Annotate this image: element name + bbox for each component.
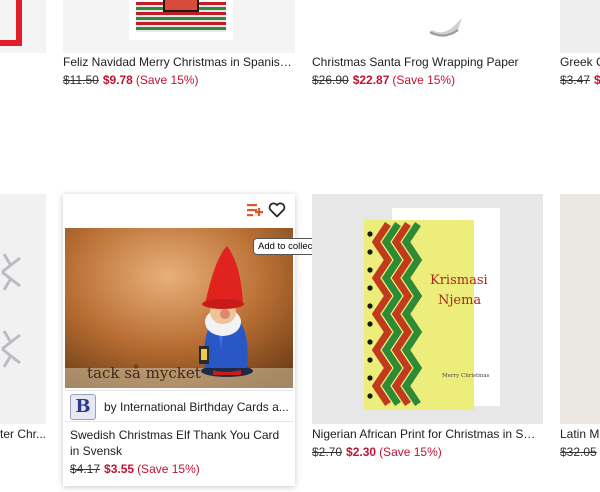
product-card[interactable]: [0, 0, 46, 53]
product-card[interactable]: Greek C $3.47$: [560, 0, 600, 90]
discount-label: (Save 15%): [137, 462, 200, 476]
sale-price: $: [594, 73, 600, 87]
product-image[interactable]: [560, 194, 600, 424]
product-title[interactable]: Feliz Navidad Merry Christmas in Spanish…: [63, 54, 295, 70]
product-price: $2.70 $2.30 (Save 15%): [312, 444, 442, 460]
original-price: $4.17: [70, 462, 101, 476]
original-price: $26.90: [312, 73, 349, 87]
product-title[interactable]: Christmas Santa Frog Wrapping Paper: [312, 54, 544, 70]
product-price: $32.05: [560, 444, 600, 460]
product-price: $3.47 $: [560, 72, 600, 88]
sale-price: $22.87: [352, 73, 390, 87]
product-card[interactable]: Feliz Navidad Merry Christmas in Spanish…: [63, 0, 295, 90]
sale-price: $3.55: [104, 462, 135, 476]
product-price: $4.17 $3.55 (Save 15%): [70, 461, 200, 477]
product-image[interactable]: [63, 0, 295, 53]
product-card[interactable]: ter Chr...: [0, 194, 46, 444]
add-to-collection-icon[interactable]: [247, 203, 264, 218]
product-title[interactable]: Nigerian African Print for Christmas in …: [312, 426, 540, 442]
product-image[interactable]: [560, 0, 600, 53]
original-price: $11.50: [63, 73, 99, 87]
product-title[interactable]: Greek C: [560, 54, 600, 70]
original-price: $3.47: [560, 73, 591, 87]
product-title[interactable]: ter Chr...: [0, 426, 46, 442]
sale-price: $9.78: [102, 73, 133, 87]
original-price: $32.05: [560, 445, 597, 459]
discount-label: (Save 15%): [379, 445, 442, 459]
discount-label: (Save 15%): [392, 73, 456, 87]
product-image[interactable]: [312, 0, 543, 53]
card-headline-2: Njema: [438, 293, 481, 308]
product-image[interactable]: [0, 0, 46, 53]
card-small-text: Merry Christmas: [442, 373, 490, 379]
product-image[interactable]: Krismasi Njema Merry Christmas: [312, 194, 543, 424]
discount-label: (Save 15%): [135, 73, 199, 87]
seller-name[interactable]: by International Birthday Cards a...: [104, 399, 290, 415]
product-image[interactable]: [0, 194, 46, 424]
product-card[interactable]: Latin Me $32.05: [560, 194, 600, 464]
sale-price: $2.30: [346, 445, 377, 459]
product-card[interactable]: Christmas Santa Frog Wrapping Paper $26.…: [312, 0, 544, 90]
card-headline-1: Krismasi: [430, 273, 488, 288]
product-price: $11.50 $9.78 (Save 15%): [63, 72, 199, 88]
product-card[interactable]: Krismasi Njema Merry Christmas Nigerian …: [312, 194, 544, 464]
image-caption: tack så mycket: [87, 364, 201, 382]
seller-row[interactable]: B by International Birthday Cards a...: [65, 390, 293, 422]
product-title[interactable]: Latin Me: [560, 426, 600, 442]
seller-logo[interactable]: B: [70, 394, 96, 420]
original-price: $2.70: [312, 445, 343, 459]
product-title[interactable]: Swedish Christmas Elf Thank You Card in …: [70, 427, 288, 459]
heart-icon[interactable]: [268, 202, 286, 218]
product-price: $26.90 $22.87 (Save 15%): [312, 72, 455, 88]
